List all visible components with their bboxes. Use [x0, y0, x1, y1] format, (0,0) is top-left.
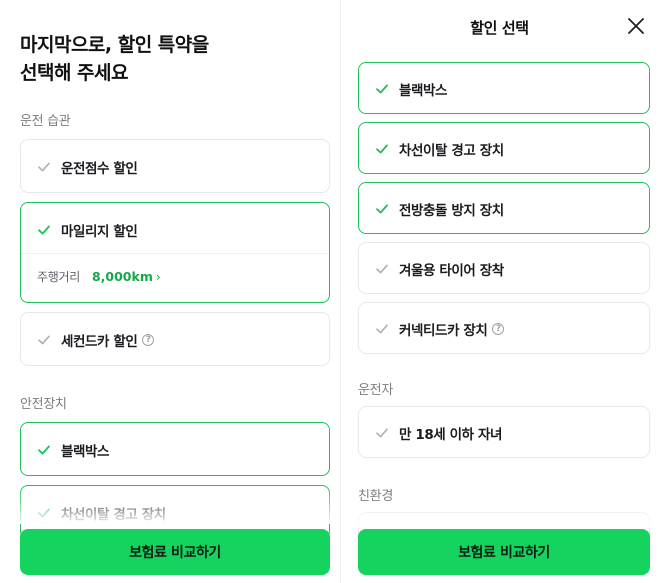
option-label: 차선이탈 경고 장치 [61, 507, 166, 523]
option-blackbox[interactable]: 블랙박스 [358, 62, 650, 114]
check-icon [37, 333, 51, 347]
mileage-value: 8,000km [91, 269, 153, 284]
help-icon[interactable]: ? [142, 334, 155, 346]
section-label-driving-habits: 운전 습관 [20, 114, 71, 129]
option-forward-collision[interactable]: 전방충돌 방지 장치 [358, 182, 650, 234]
option-label: 차선이탈 경고 장치 [399, 143, 504, 159]
compare-premium-button[interactable]: 보험료 비교하기 [358, 529, 650, 575]
option-label: 겨울용 타이어 장착 [399, 263, 504, 279]
modal-title: 할인 선택 [470, 19, 529, 37]
page-title-line-2: 선택해 주세요 [20, 62, 129, 84]
check-icon [37, 443, 51, 457]
check-icon [375, 426, 389, 440]
option-label: 블랙박스 [61, 444, 110, 460]
close-icon[interactable] [624, 14, 648, 38]
option-label: 만 18세 이하 자녀 [399, 427, 503, 443]
discount-select-modal: 할인 선택 블랙박스 차선이탈 경고 장치 전방충돌 방지 장치 겨울용 타이어… [341, 0, 658, 583]
option-label: 세컨드카 할인 [61, 334, 138, 350]
option-child-under-18[interactable]: 만 18세 이하 자녀 [358, 406, 650, 458]
option-connected-car[interactable]: 커넥티드카 장치 ? [358, 302, 650, 354]
option-label: 커넥티드카 장치 [399, 323, 488, 339]
option-second-car[interactable]: 세컨드카 할인 ? [20, 312, 330, 366]
chevron-right-icon: › [155, 269, 161, 284]
option-label: 마일리지 할인 [61, 224, 138, 240]
check-icon [375, 142, 389, 156]
option-label: 전방충돌 방지 장치 [399, 203, 504, 219]
section-label-safety-devices: 안전장치 [20, 397, 67, 412]
mileage-label: 주행거리 [37, 270, 80, 284]
option-label: 운전점수 할인 [61, 161, 138, 177]
check-icon [37, 506, 51, 520]
mileage-detail-link[interactable]: 주행거리 8,000km › [37, 268, 161, 285]
check-icon [37, 223, 51, 237]
check-icon [375, 82, 389, 96]
option-safe-driving-score[interactable]: 운전점수 할인 [20, 139, 330, 193]
page-title: 마지막으로, 할인 특약을 선택해 주세요 [20, 31, 320, 87]
option-blackbox[interactable]: 블랙박스 [20, 422, 330, 476]
check-icon [375, 322, 389, 336]
check-icon [375, 202, 389, 216]
option-lane-departure-warning[interactable]: 차선이탈 경고 장치 [358, 122, 650, 174]
section-label-eco: 친환경 [358, 489, 393, 504]
option-mileage[interactable]: 마일리지 할인 주행거리 8,000km › [20, 202, 330, 303]
check-icon [37, 160, 51, 174]
option-winter-tire[interactable]: 겨울용 타이어 장착 [358, 242, 650, 294]
option-label: 블랙박스 [399, 83, 448, 99]
page-title-line-1: 마지막으로, 할인 특약을 [20, 34, 209, 56]
check-icon [375, 262, 389, 276]
section-label-driver: 운전자 [358, 383, 393, 398]
help-icon[interactable]: ? [492, 323, 505, 335]
discount-selection-page: 마지막으로, 할인 특약을 선택해 주세요 운전 습관 운전점수 할인 마일리지… [0, 0, 341, 583]
divider [21, 253, 329, 254]
compare-premium-button[interactable]: 보험료 비교하기 [20, 529, 330, 575]
